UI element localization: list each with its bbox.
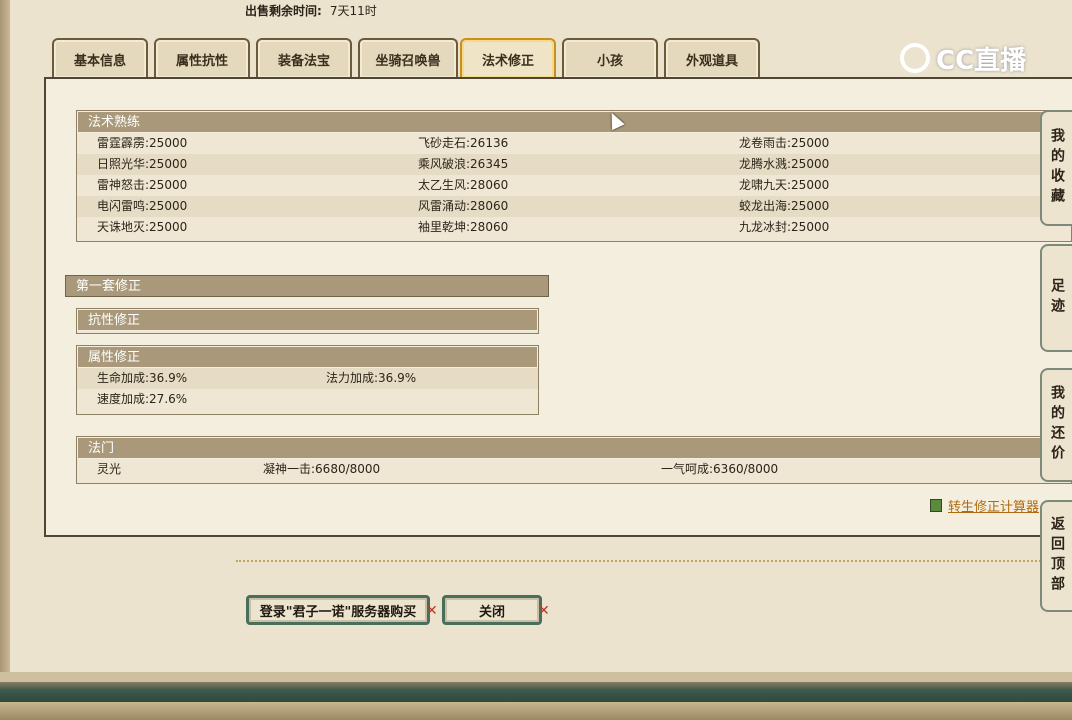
frame-left — [0, 0, 10, 720]
attr-cell: 生命加成:36.9% — [97, 371, 188, 385]
table-row: 生命加成:36.9% 法力加成:36.9% — [77, 368, 538, 389]
spell-proficiency-title: 法术熟练 — [77, 111, 1071, 133]
side-label: 返回顶部 — [1049, 516, 1065, 596]
close-x-icon: ✕ — [538, 603, 550, 619]
fa-cell: 凝神一击:6680/8000 — [263, 462, 381, 476]
tab-attr-resist[interactable]: 属性抗性 — [154, 38, 250, 78]
spell-cell: 风雷涌动:28060 — [418, 199, 509, 213]
spell-proficiency-box: 法术熟练 雷霆霹雳:25000 飞砂走石:26136 龙卷雨击:25000 日照… — [76, 110, 1072, 242]
table-row: 灵光 凝神一击:6680/8000 一气呵成:6360/8000 — [77, 459, 1071, 480]
calc-link-label: 转生修正计算器 — [948, 500, 1040, 515]
spell-cell: 太乙生风:28060 — [418, 178, 509, 192]
spell-cell: 雷霆霹雳:25000 — [97, 136, 188, 150]
sidebar-back-to-top[interactable]: 返回顶部 — [1040, 500, 1072, 612]
attr-cell: 法力加成:36.9% — [326, 371, 417, 385]
spell-cell: 龙腾水溅:25000 — [739, 157, 830, 171]
cc-logo-icon — [900, 43, 930, 73]
table-row: 日照光华:25000 乘风破浪:26345 龙腾水溅:25000 — [77, 154, 1071, 175]
spell-cell: 龙卷雨击:25000 — [739, 136, 830, 150]
attr-correction-title: 属性修正 — [77, 346, 538, 368]
calculator-icon — [930, 499, 942, 512]
tab-equipment[interactable]: 装备法宝 — [256, 38, 352, 78]
logo-text: CC直播 — [936, 45, 1027, 76]
resist-correction-title: 抗性修正 — [77, 309, 538, 331]
spell-cell: 袖里乾坤:28060 — [418, 220, 509, 234]
spell-cell: 九龙冰封:25000 — [739, 220, 830, 234]
close-x-icon: ✕ — [426, 603, 438, 619]
spell-cell: 电闪雷鸣:25000 — [97, 199, 188, 213]
cc-live-logo: CC直播 — [900, 38, 1040, 78]
table-row: 雷霆霹雳:25000 飞砂走石:26136 龙卷雨击:25000 — [77, 133, 1071, 154]
first-set-title: 第一套修正 — [65, 275, 549, 297]
tab-spell-correction[interactable]: 法术修正 — [460, 38, 556, 78]
sale-value: 7天11时 — [329, 4, 377, 18]
resist-correction-box: 抗性修正 — [76, 308, 539, 334]
dotted-divider — [236, 560, 1072, 562]
rebirth-calculator-link[interactable]: 转生修正计算器 — [930, 496, 1039, 515]
sidebar-my-favorites[interactable]: 我的收藏 — [1040, 110, 1072, 226]
close-button[interactable]: 关闭 — [442, 595, 542, 625]
sidebar-my-bargain[interactable]: 我的还价 — [1040, 368, 1072, 482]
attr-cell: 速度加成:27.6% — [97, 392, 188, 406]
spell-cell: 日照光华:25000 — [97, 157, 188, 171]
fa-men-title: 法门 — [77, 437, 1071, 459]
frame-bottom — [0, 672, 1072, 720]
sidebar-footprints[interactable]: 足迹 — [1040, 244, 1072, 352]
tab-appearance[interactable]: 外观道具 — [664, 38, 760, 78]
fa-men-box: 法门 灵光 凝神一击:6680/8000 一气呵成:6360/8000 — [76, 436, 1072, 484]
fa-cell: 一气呵成:6360/8000 — [661, 462, 779, 476]
tab-mount-summon[interactable]: 坐骑召唤兽 — [358, 38, 458, 78]
tab-child[interactable]: 小孩 — [562, 38, 658, 78]
spell-cell: 飞砂走石:26136 — [418, 136, 509, 150]
login-buy-button[interactable]: 登录"君子一诺"服务器购买 — [246, 595, 430, 625]
spell-cell: 天诛地灭:25000 — [97, 220, 188, 234]
attr-correction-box: 属性修正 生命加成:36.9% 法力加成:36.9% 速度加成:27.6% — [76, 345, 539, 415]
table-row: 雷神怒击:25000 太乙生风:28060 龙啸九天:25000 — [77, 175, 1071, 196]
spell-cell: 龙啸九天:25000 — [739, 178, 830, 192]
table-row: 天诛地灭:25000 袖里乾坤:28060 九龙冰封:25000 — [77, 217, 1071, 238]
table-row: 速度加成:27.6% — [77, 389, 538, 410]
tab-basic-info[interactable]: 基本信息 — [52, 38, 148, 78]
side-label: 我的还价 — [1049, 385, 1065, 465]
spell-cell: 雷神怒击:25000 — [97, 178, 188, 192]
spell-cell: 乘风破浪:26345 — [418, 157, 509, 171]
spell-cell: 蛟龙出海:25000 — [739, 199, 830, 213]
fa-cell: 灵光 — [97, 462, 122, 476]
side-label: 足迹 — [1049, 278, 1065, 318]
sale-label: 出售剩余时间: — [245, 4, 322, 18]
table-row: 电闪雷鸣:25000 风雷涌动:28060 蛟龙出海:25000 — [77, 196, 1071, 217]
side-label: 我的收藏 — [1049, 128, 1065, 208]
sale-remaining-time: 出售剩余时间: 7天11时 — [245, 2, 377, 19]
